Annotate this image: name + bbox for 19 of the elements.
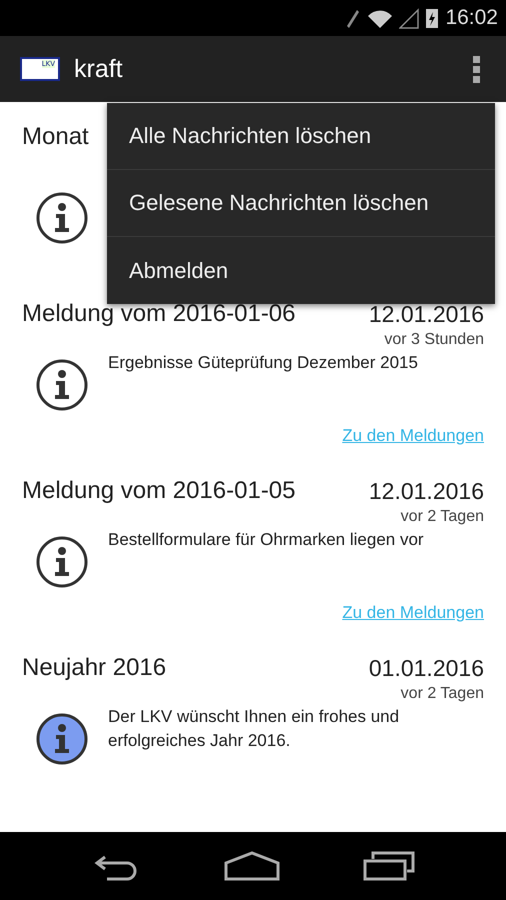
message-text: Der LKV wünscht Ihnen ein frohes und erfolgreiches Jahr 2016. [108,706,400,752]
home-icon[interactable] [224,851,280,881]
message-date: 12.01.2016 [368,478,484,504]
recent-apps-icon[interactable] [362,851,415,881]
message-title: Neujahr 2016 [22,654,166,682]
clock-time: 16:02 [445,6,498,30]
signal-icon [399,6,420,30]
relative-time: vor 2 Tagen [400,685,484,703]
battery-icon [425,6,440,30]
menu-item[interactable]: Gelesene Nachrichten löschen [107,170,495,237]
message-title: Monat [22,123,89,151]
app-title: kraft [74,54,124,84]
menu-item[interactable]: Alle Nachrichten löschen [107,103,495,170]
message-title: Meldung vom 2016-01-05 [22,477,296,505]
message-text: Bestellformulare für Ohrmarken liegen vor [108,529,425,551]
relative-time: vor 3 Stunden [384,331,484,349]
relative-time: vor 2 Tagen [400,508,484,526]
message-text: Ergebnisse Güteprüfung Dezember 2015 [108,352,419,374]
message-date: 01.01.2016 [368,654,484,682]
